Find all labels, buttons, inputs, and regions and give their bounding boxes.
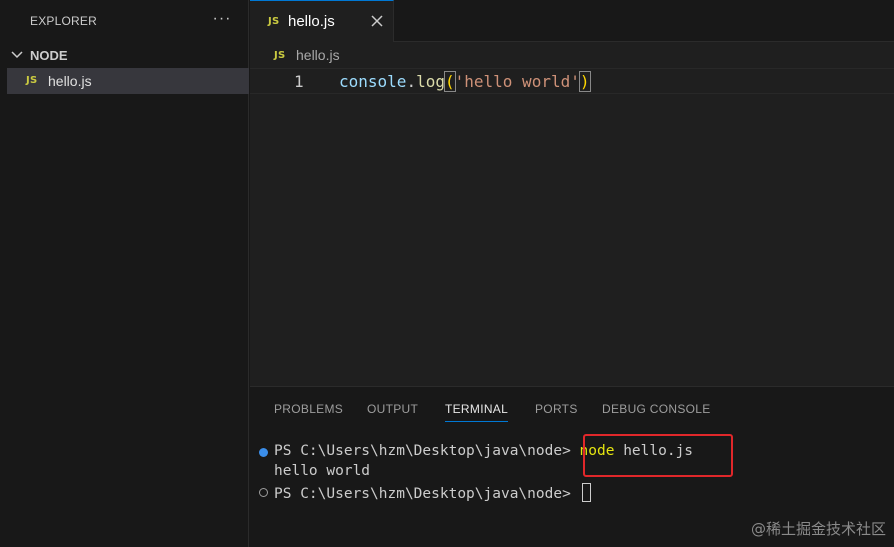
tab-problems[interactable]: PROBLEMS (274, 402, 343, 416)
watermark: @稀土掘金技术社区 (750, 520, 886, 538)
highlight-box (583, 434, 733, 477)
code-close-paren: ) (578, 71, 591, 92)
breadcrumb[interactable]: JS hello.js (250, 42, 894, 68)
code-open-paren: ( (444, 71, 456, 92)
code-method: log (416, 72, 445, 91)
code-line[interactable]: 1 console.log('hello world') (250, 68, 894, 94)
terminal-line-3: PS C:\Users\hzm\Desktop\java\node> (274, 483, 591, 502)
folder-node[interactable]: NODE (0, 44, 249, 66)
js-file-icon: JS (268, 16, 280, 27)
command-success-dot-icon[interactable] (259, 448, 268, 457)
code-dot: . (406, 72, 417, 91)
explorer-header: EXPLORER ··· (0, 0, 249, 42)
terminal-cursor (581, 483, 591, 502)
explorer-sidebar: EXPLORER ··· NODE JS hello.js (0, 0, 249, 547)
tab-ports[interactable]: PORTS (535, 402, 578, 416)
tab-output[interactable]: OUTPUT (367, 402, 418, 416)
tab-terminal[interactable]: TERMINAL (445, 402, 508, 416)
command-idle-dot-icon[interactable] (259, 488, 268, 497)
terminal-output: hello world (274, 463, 371, 479)
code-string: 'hello world' (454, 72, 580, 91)
chevron-down-icon (11, 51, 23, 59)
tab-debug-console[interactable]: DEBUG CONSOLE (602, 402, 711, 416)
code-text[interactable]: console.log('hello world') (339, 71, 591, 92)
line-number: 1 (294, 72, 304, 91)
terminal-prompt: PS C:\Users\hzm\Desktop\java\node> (274, 486, 571, 502)
explorer-title: EXPLORER (30, 14, 97, 28)
active-tab-indicator (445, 421, 508, 422)
file-item-hello-js[interactable]: JS hello.js (7, 68, 249, 94)
folder-name: NODE (30, 48, 68, 63)
file-name: hello.js (48, 73, 92, 89)
tab-label: hello.js (288, 13, 335, 30)
js-file-icon: JS (26, 75, 38, 86)
js-file-icon: JS (274, 50, 286, 61)
code-object: console (339, 72, 407, 91)
terminal-prompt: PS C:\Users\hzm\Desktop\java\node> (274, 443, 571, 459)
close-icon[interactable] (367, 11, 387, 31)
editor-tabbar: JS hello.js (250, 0, 894, 42)
more-actions-icon[interactable]: ··· (212, 9, 232, 29)
tab-hello-js[interactable]: JS hello.js (250, 0, 394, 42)
editor-area: JS hello.js JS hello.js 1 console.log('h… (250, 0, 894, 386)
breadcrumb-file[interactable]: hello.js (296, 47, 340, 63)
